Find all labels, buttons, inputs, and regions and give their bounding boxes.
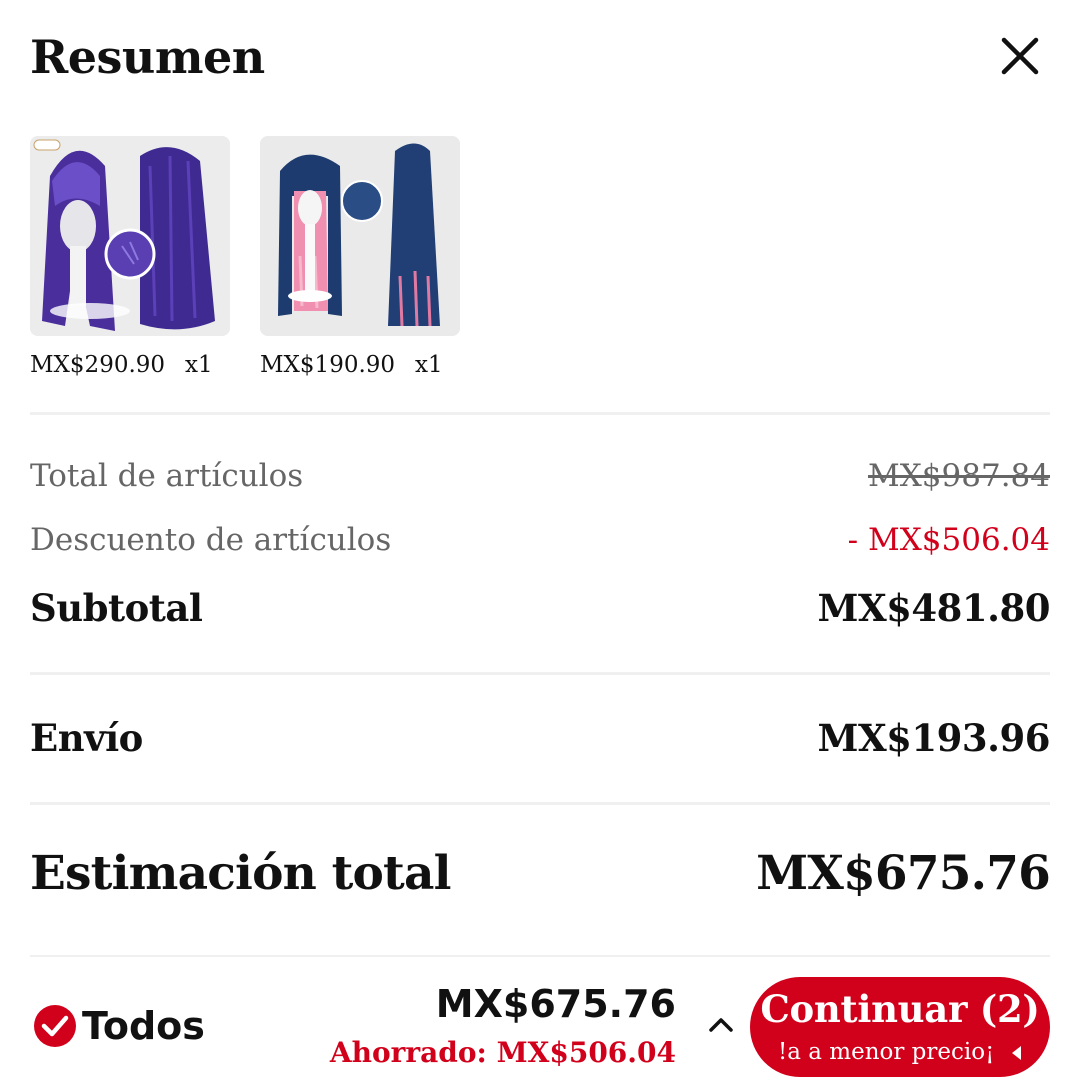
product-quantity: x1	[415, 352, 443, 378]
checkout-footer: Todos MX$675.76 Ahorrado: MX$506.04 Cont…	[0, 960, 1078, 1090]
product-price: MX$290.90	[30, 352, 166, 378]
estimate-row: Estimación total MX$675.76	[30, 846, 1051, 901]
chevron-up-icon[interactable]	[706, 1010, 736, 1040]
select-all-label[interactable]: Todos	[82, 1004, 205, 1048]
product-item[interactable]: MX$190.90 x1	[260, 136, 460, 378]
footer-total: MX$675.76	[435, 982, 676, 1026]
product-price: MX$190.90	[260, 352, 396, 378]
continue-button-subtext: ¡a a menor precio!	[778, 1039, 995, 1065]
caret-left-icon	[1012, 1046, 1021, 1060]
navy-pink-wig-image[interactable]	[260, 136, 460, 336]
check-circle-icon[interactable]	[33, 1004, 77, 1048]
items-total-row: Total de artículos MX$987.84	[30, 458, 1050, 494]
estimate-label: Estimación total	[30, 846, 451, 901]
divider	[30, 802, 1050, 805]
shipping-label: Envío	[30, 716, 143, 760]
divider	[30, 672, 1050, 675]
divider	[30, 955, 1050, 957]
continue-button-label: Continuar (2)	[760, 987, 1040, 1031]
shipping-value: MX$193.96	[817, 716, 1050, 760]
divider	[30, 412, 1050, 415]
items-total-value: MX$987.84	[867, 458, 1050, 494]
estimate-value: MX$675.76	[756, 846, 1051, 901]
product-quantity: x1	[185, 352, 213, 378]
product-item[interactable]: MX$290.90 x1	[30, 136, 230, 378]
discount-value: - MX$506.04	[847, 522, 1050, 558]
footer-saved: Ahorrado: MX$506.04	[329, 1036, 676, 1069]
purple-wig-image[interactable]	[30, 136, 230, 336]
continue-button[interactable]: Continuar (2) ¡a a menor precio!	[750, 977, 1050, 1077]
subtotal-value: MX$481.80	[817, 586, 1050, 630]
shipping-row: Envío MX$193.96	[30, 716, 1050, 760]
items-total-label: Total de artículos	[30, 458, 304, 494]
page-title: Resumen	[30, 30, 265, 84]
discount-label: Descuento de artículos	[30, 522, 392, 558]
close-icon[interactable]	[996, 32, 1044, 80]
order-summary-sheet: Resumen MX$290.90 x1 MX$190.90 x1 Total …	[0, 0, 1078, 1090]
subtotal-row: Subtotal MX$481.80	[30, 586, 1050, 630]
discount-row: Descuento de artículos - MX$506.04	[30, 522, 1050, 558]
subtotal-label: Subtotal	[30, 586, 203, 630]
